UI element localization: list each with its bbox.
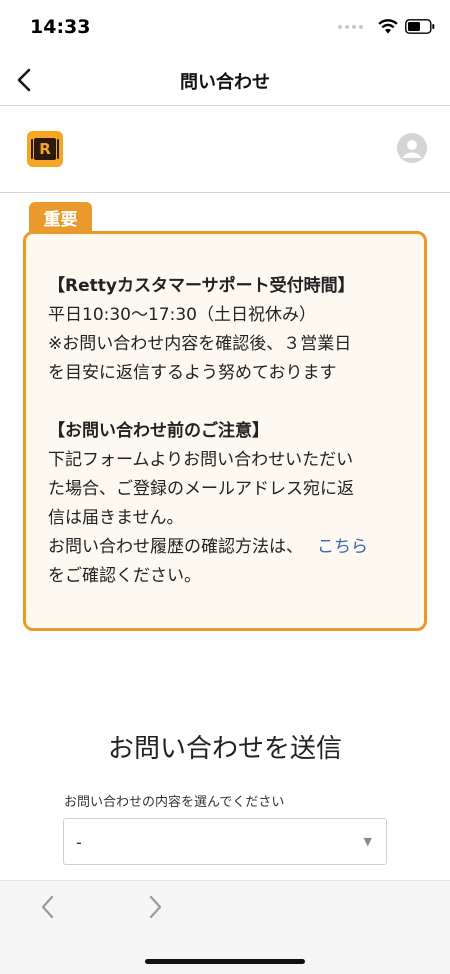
support-hours-heading: 【Rettyカスタマーサポート受付時間】 xyxy=(48,276,355,296)
home-indicator[interactable] xyxy=(145,959,305,964)
caution-line2: た場合、ご登録のメールアドレス宛に返 xyxy=(48,479,354,499)
signal-icon xyxy=(338,25,363,29)
select-value: - xyxy=(76,833,82,852)
chevron-left-icon xyxy=(41,895,54,919)
caution-heading: 【お問い合わせ前のご注意】 xyxy=(48,421,269,441)
status-bar: 14:33 xyxy=(0,0,450,52)
battery-icon xyxy=(405,19,435,34)
reply-note-line2: を目安に返信するよう努めております xyxy=(48,363,337,383)
caution-line3: 信は届きません。 xyxy=(48,508,184,528)
history-text: お問い合わせ履歴の確認方法は、 xyxy=(48,537,303,557)
user-avatar-icon[interactable] xyxy=(397,133,427,163)
dropdown-arrow-icon: ▼ xyxy=(363,835,372,848)
reply-note-line1: ※お問い合わせ内容を確認後、３営業日 xyxy=(48,334,352,354)
important-notice: 【Rettyカスタマーサポート受付時間】 平日10:30〜17:30（土日祝休み… xyxy=(23,231,427,631)
history-link[interactable]: こちら xyxy=(317,537,368,557)
history-line2: をご確認ください。 xyxy=(48,566,201,586)
page-title: 問い合わせ xyxy=(180,72,270,93)
status-time: 14:33 xyxy=(30,16,91,38)
form-title: お問い合わせを送信 xyxy=(107,734,342,764)
support-hours: 平日10:30〜17:30（土日祝休み） xyxy=(48,305,316,325)
history-line: お問い合わせ履歴の確認方法は、 こちら xyxy=(48,533,424,562)
important-badge: 重要 xyxy=(29,202,92,233)
inquiry-type-label: お問い合わせの内容を選んでください xyxy=(64,795,285,810)
browser-back-button[interactable] xyxy=(34,893,62,921)
nav-header: 問い合わせ xyxy=(0,52,450,106)
inquiry-type-select[interactable]: - ▼ xyxy=(63,818,387,865)
wifi-icon xyxy=(378,19,398,34)
knife-icon xyxy=(57,139,59,159)
brand-bar: R xyxy=(0,107,450,193)
retty-logo[interactable]: R xyxy=(27,131,63,167)
browser-forward-button[interactable] xyxy=(141,893,169,921)
chevron-right-icon xyxy=(149,895,162,919)
logo-letter: R xyxy=(34,138,56,160)
caution-line1: 下記フォームよりお問い合わせいただい xyxy=(48,450,354,470)
fork-icon xyxy=(31,139,33,159)
